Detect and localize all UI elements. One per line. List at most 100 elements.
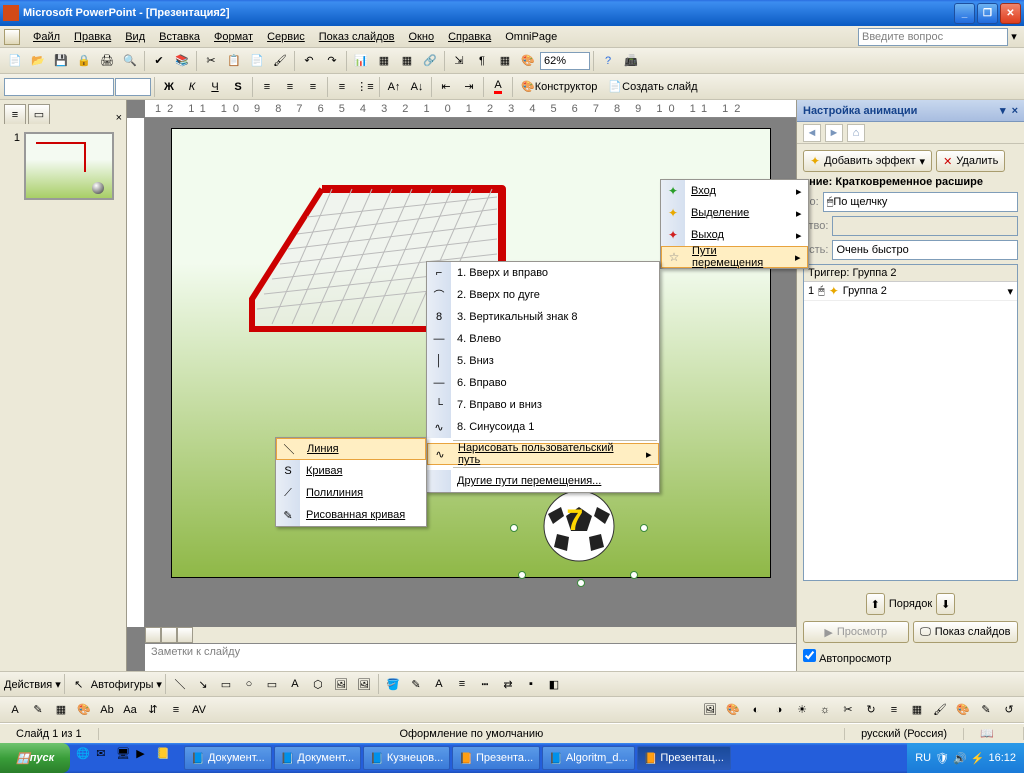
decrease-indent-icon[interactable]: ⇤	[435, 76, 457, 98]
path-sine[interactable]: ∿8. Синусоида 1	[427, 416, 659, 438]
format-painter-icon[interactable]: 🖌	[269, 50, 291, 72]
3d-style-icon[interactable]: ◧	[543, 673, 565, 695]
ql-mail-icon[interactable]: ✉	[96, 747, 114, 769]
property-combo[interactable]	[832, 216, 1018, 236]
menu-window[interactable]: Окно	[402, 29, 442, 45]
menu-tools[interactable]: Сервис	[260, 29, 312, 45]
spacing-icon[interactable]: AV	[188, 699, 210, 721]
grid-icon[interactable]: ▦	[494, 50, 516, 72]
font-combo[interactable]	[4, 78, 114, 96]
path-down-right[interactable]: └7. Вправо и вниз	[427, 394, 659, 416]
path-more[interactable]: Другие пути перемещения...	[427, 470, 659, 492]
ql-media-icon[interactable]: ▶	[136, 747, 154, 769]
doc-control-icon[interactable]	[4, 29, 20, 45]
path-arc-up[interactable]: ⌒2. Вверх по дуге	[427, 284, 659, 306]
fontsize-combo[interactable]	[115, 78, 151, 96]
path-left[interactable]: —4. Влево	[427, 328, 659, 350]
ql-app-icon[interactable]: 📒	[156, 747, 174, 769]
textbox-icon[interactable]: ▭	[261, 673, 283, 695]
show-format-icon[interactable]: ¶	[471, 50, 493, 72]
chart-icon[interactable]: 📊	[350, 50, 372, 72]
task-word2[interactable]: 📘 Документ...	[274, 746, 361, 770]
slideshow-view-icon[interactable]	[177, 627, 193, 643]
expand-icon[interactable]: ⇲	[448, 50, 470, 72]
fill-color-icon[interactable]: 🪣	[382, 673, 404, 695]
shadow-icon[interactable]: S	[227, 76, 249, 98]
taskpane-close-icon[interactable]: ×	[1012, 105, 1018, 117]
menu-view[interactable]: Вид	[118, 29, 152, 45]
edit-text-icon[interactable]: ✎	[27, 699, 49, 721]
diagram-icon[interactable]: ⬡	[307, 673, 329, 695]
picture-icon[interactable]: 🖼	[353, 673, 375, 695]
pic-line-icon[interactable]: ≡	[883, 699, 905, 721]
shadow-style-icon[interactable]: ▪	[520, 673, 542, 695]
notes-pane[interactable]: Заметки к слайду	[145, 643, 796, 671]
taskpane-fwd-icon[interactable]: ►	[825, 124, 843, 142]
gallery-icon[interactable]: ▦	[50, 699, 72, 721]
slide-thumbnail[interactable]: 1	[8, 132, 118, 200]
copy-icon[interactable]: 📋	[223, 50, 245, 72]
pic-format-icon[interactable]: 🎨	[952, 699, 974, 721]
hyperlink-icon[interactable]: 🔗	[419, 50, 441, 72]
taskpane-dropdown-icon[interactable]: ▾	[1000, 104, 1006, 117]
selection-handle[interactable]	[510, 524, 518, 532]
vertical-text-icon[interactable]: ⇵	[142, 699, 164, 721]
add-effect-button[interactable]: ✦Добавить эффект ▾	[803, 150, 932, 172]
task-ppt1[interactable]: 📙 Презента...	[452, 746, 540, 770]
pic-more-contrast-icon[interactable]: ◐	[745, 699, 767, 721]
cut-icon[interactable]: ✂	[200, 50, 222, 72]
maximize-button[interactable]: ❐	[977, 3, 998, 24]
designer-button[interactable]: 🎨 Конструктор	[516, 76, 602, 98]
font-color-icon2[interactable]: A	[428, 673, 450, 695]
dash-style-icon[interactable]: ┅	[474, 673, 496, 695]
menu-file[interactable]: Файл	[26, 29, 67, 45]
help-search-box[interactable]: Введите вопрос	[858, 28, 1008, 46]
autopreview-checkbox[interactable]: Автопросмотр	[803, 649, 1018, 665]
task-word3[interactable]: 📘 Кузнецов...	[363, 746, 450, 770]
select-icon[interactable]: ↖	[68, 673, 90, 695]
menu-item-entrance[interactable]: ✦ Вход▸	[661, 180, 808, 202]
same-height-icon[interactable]: Aa	[119, 699, 141, 721]
increase-font-icon[interactable]: A↑	[383, 76, 405, 98]
permission-icon[interactable]: 🔒	[73, 50, 95, 72]
menu-help[interactable]: Справка	[441, 29, 498, 45]
selection-handle[interactable]	[630, 571, 638, 579]
tray-icon[interactable]: 🛡	[935, 752, 949, 765]
menu-omnipage[interactable]: OmniPage	[498, 29, 564, 45]
align-right-icon[interactable]: ≡	[302, 76, 324, 98]
pic-less-bright-icon[interactable]: ☼	[814, 699, 836, 721]
custom-curve[interactable]: SКривая	[276, 460, 426, 482]
path-down[interactable]: │5. Вниз	[427, 350, 659, 372]
arrow-style-icon[interactable]: ⇄	[497, 673, 519, 695]
line-style-icon[interactable]: ≡	[451, 673, 473, 695]
pic-crop-icon[interactable]: ✂	[837, 699, 859, 721]
path-draw-custom[interactable]: ∿Нарисовать пользовательский путь▸	[427, 443, 659, 465]
custom-scribble[interactable]: ✎Рисованная кривая	[276, 504, 426, 526]
increase-indent-icon[interactable]: ⇥	[458, 76, 480, 98]
speed-combo[interactable]: Очень быстро	[832, 240, 1018, 260]
pic-color-icon[interactable]: 🎨	[722, 699, 744, 721]
pic-insert-icon[interactable]: 🖼	[699, 699, 721, 721]
close-button[interactable]: ✕	[1000, 3, 1021, 24]
research-icon[interactable]: 📚	[171, 50, 193, 72]
preview-button[interactable]: ▶ Просмотр	[803, 621, 909, 643]
new-slide-button[interactable]: 📄 Создать слайд	[603, 76, 702, 98]
oval-icon[interactable]: ○	[238, 673, 260, 695]
selection-handle[interactable]	[518, 571, 526, 579]
start-button[interactable]: 🪟 пуск	[0, 743, 70, 773]
ql-ie-icon[interactable]: 🌐	[76, 747, 94, 769]
task-ppt2[interactable]: 📙 Презентац...	[637, 746, 731, 770]
custom-line[interactable]: ＼Линия	[276, 438, 426, 460]
menu-dropdown-icon[interactable]: ▾	[1008, 30, 1020, 43]
menu-slideshow[interactable]: Показ слайдов	[312, 29, 402, 45]
table-icon[interactable]: ▦	[373, 50, 395, 72]
bullets-icon[interactable]: ⋮≡	[354, 76, 376, 98]
align-left-icon[interactable]: ≡	[256, 76, 278, 98]
pic-more-bright-icon[interactable]: ☀	[791, 699, 813, 721]
reorder-up-icon[interactable]: ⬆	[866, 593, 885, 615]
preview-icon[interactable]: 🔍	[119, 50, 141, 72]
pic-recolor-icon[interactable]: 🖌	[929, 699, 951, 721]
start-combo[interactable]: 🖱 По щелчку	[823, 192, 1018, 212]
menu-format[interactable]: Формат	[207, 29, 260, 45]
alignment-icon[interactable]: ≡	[165, 699, 187, 721]
